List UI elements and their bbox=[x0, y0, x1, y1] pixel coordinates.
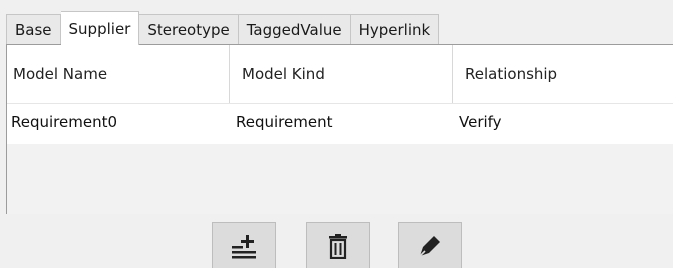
add-button[interactable] bbox=[212, 222, 276, 268]
pen-edit-icon bbox=[419, 235, 440, 257]
cell-model-name: Requirement0 bbox=[11, 113, 118, 131]
table-row[interactable]: Requirement0 Requirement Verify bbox=[7, 104, 673, 144]
tab-bar: Base Supplier Stereotype TaggedValue Hyp… bbox=[6, 6, 440, 45]
tab-supplier[interactable]: Supplier bbox=[60, 11, 140, 45]
table-header: Model Name Model Kind Relationship bbox=[7, 45, 673, 104]
edit-button[interactable] bbox=[398, 222, 462, 268]
cell-model-kind: Requirement bbox=[236, 113, 333, 131]
cell-relationship: Verify bbox=[459, 113, 502, 131]
tab-hyperlink[interactable]: Hyperlink bbox=[350, 14, 440, 44]
delete-button[interactable] bbox=[306, 222, 370, 268]
tab-base[interactable]: Base bbox=[6, 14, 61, 44]
column-header-relationship[interactable]: Relationship bbox=[453, 45, 673, 103]
action-toolbar bbox=[0, 222, 673, 268]
column-header-model-kind[interactable]: Model Kind bbox=[230, 45, 453, 103]
column-header-model-name[interactable]: Model Name bbox=[7, 45, 230, 103]
table-empty-area bbox=[7, 144, 673, 214]
tab-taggedvalue[interactable]: TaggedValue bbox=[238, 14, 351, 44]
trash-icon bbox=[329, 233, 347, 259]
add-list-icon bbox=[232, 234, 256, 258]
supplier-table: Model Name Model Kind Relationship Requi… bbox=[6, 44, 673, 214]
tab-stereotype[interactable]: Stereotype bbox=[139, 14, 239, 44]
